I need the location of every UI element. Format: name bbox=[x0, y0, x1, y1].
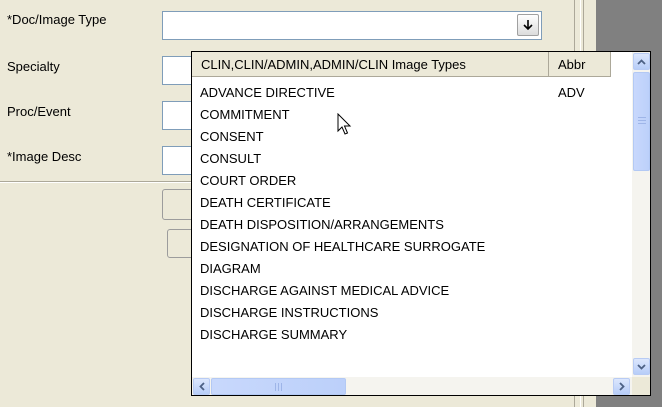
image-desc-field[interactable] bbox=[162, 146, 194, 175]
vertical-scrollbar[interactable] bbox=[632, 52, 650, 377]
label-proc-event: Proc/Event bbox=[7, 104, 71, 119]
column-header-abbr[interactable]: Abbr bbox=[549, 52, 611, 77]
doc-image-type-combobox[interactable] bbox=[162, 11, 542, 40]
chevron-up-icon bbox=[637, 58, 646, 65]
dropdown-button[interactable] bbox=[517, 14, 539, 36]
dropdown-rows: ADVANCE DIRECTIVE ADV COMMITMENT CONSENT … bbox=[192, 82, 632, 346]
list-item[interactable]: DIAGRAM bbox=[192, 258, 632, 280]
list-item[interactable]: COURT ORDER bbox=[192, 170, 632, 192]
scroll-right-button[interactable] bbox=[613, 378, 630, 395]
mouse-pointer-icon bbox=[337, 113, 352, 135]
label-doc-image-type: *Doc/Image Type bbox=[7, 12, 107, 27]
specialty-field[interactable] bbox=[162, 56, 194, 85]
column-header-image-types[interactable]: CLIN,CLIN/ADMIN,ADMIN/CLIN Image Types bbox=[192, 52, 549, 77]
image-type-dropdown-list[interactable]: CLIN,CLIN/ADMIN,ADMIN/CLIN Image Types A… bbox=[191, 51, 651, 396]
label-specialty: Specialty bbox=[7, 59, 60, 74]
list-item[interactable]: CONSENT bbox=[192, 126, 632, 148]
scroll-up-button[interactable] bbox=[633, 53, 650, 70]
label-image-desc: *Image Desc bbox=[7, 149, 82, 164]
chevron-down-icon bbox=[637, 363, 646, 370]
chevron-left-icon bbox=[198, 382, 205, 391]
list-item[interactable]: DEATH CERTIFICATE bbox=[192, 192, 632, 214]
scrollbar-corner bbox=[632, 377, 650, 395]
vertical-scroll-thumb[interactable] bbox=[633, 72, 650, 171]
list-item[interactable]: ADVANCE DIRECTIVE ADV bbox=[192, 82, 632, 104]
list-item[interactable]: DISCHARGE INSTRUCTIONS bbox=[192, 302, 632, 324]
horizontal-scrollbar[interactable] bbox=[192, 377, 632, 395]
list-item[interactable]: CONSULT bbox=[192, 148, 632, 170]
list-item[interactable]: DEATH DISPOSITION/ARRANGEMENTS bbox=[192, 214, 632, 236]
scroll-down-button[interactable] bbox=[633, 358, 650, 375]
down-arrow-icon bbox=[523, 20, 533, 31]
list-item[interactable]: DESIGNATION OF HEALTHCARE SURROGATE bbox=[192, 236, 632, 258]
chevron-right-icon bbox=[618, 382, 625, 391]
list-item[interactable]: COMMITMENT bbox=[192, 104, 632, 126]
list-item[interactable]: DISCHARGE AGAINST MEDICAL ADVICE bbox=[192, 280, 632, 302]
list-item[interactable]: DISCHARGE SUMMARY bbox=[192, 324, 632, 346]
horizontal-scroll-thumb[interactable] bbox=[211, 378, 346, 395]
scroll-left-button[interactable] bbox=[193, 378, 210, 395]
proc-event-field[interactable] bbox=[162, 101, 194, 130]
